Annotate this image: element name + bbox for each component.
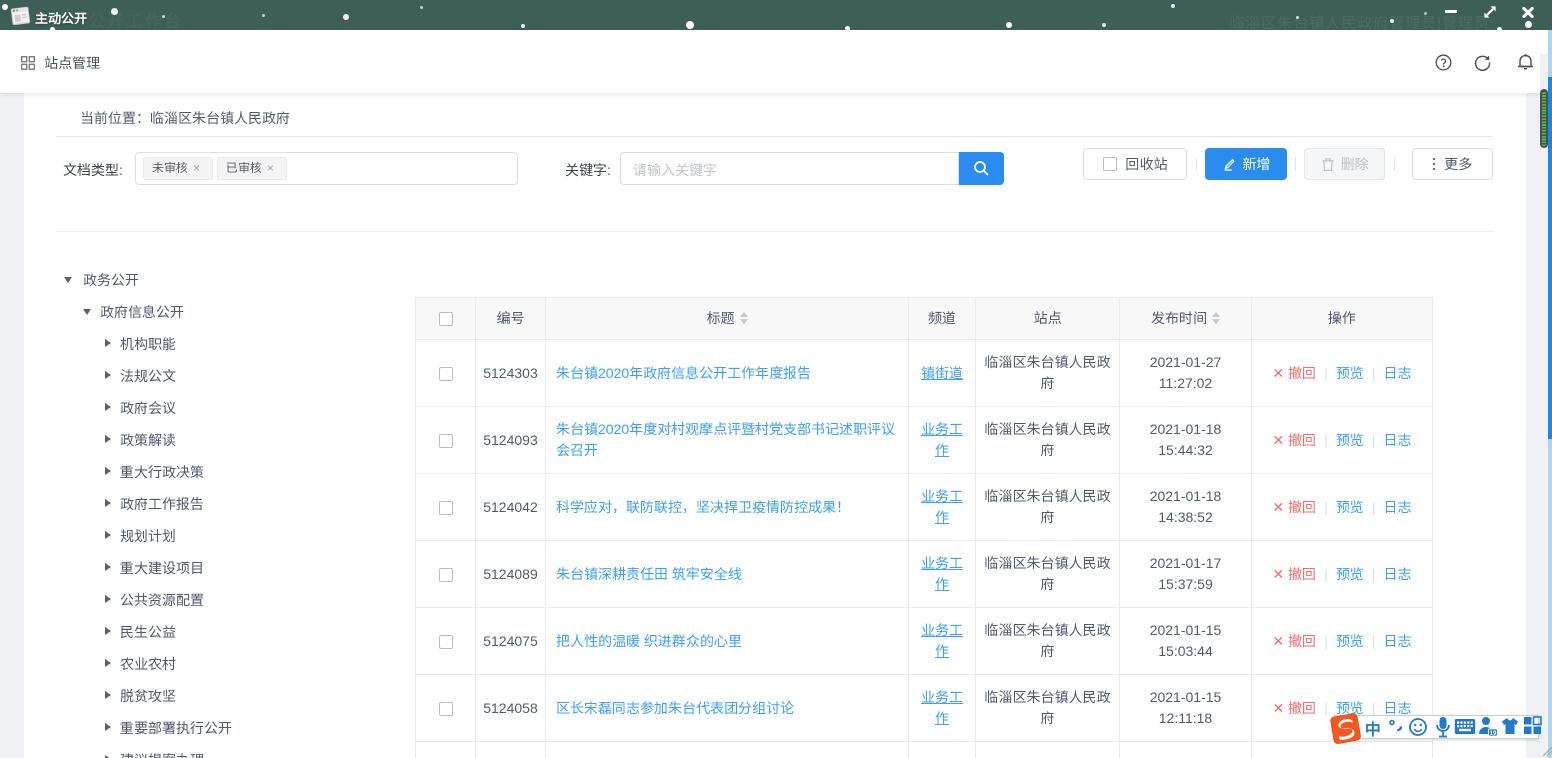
svg-text:19: 19 xyxy=(1490,730,1497,737)
